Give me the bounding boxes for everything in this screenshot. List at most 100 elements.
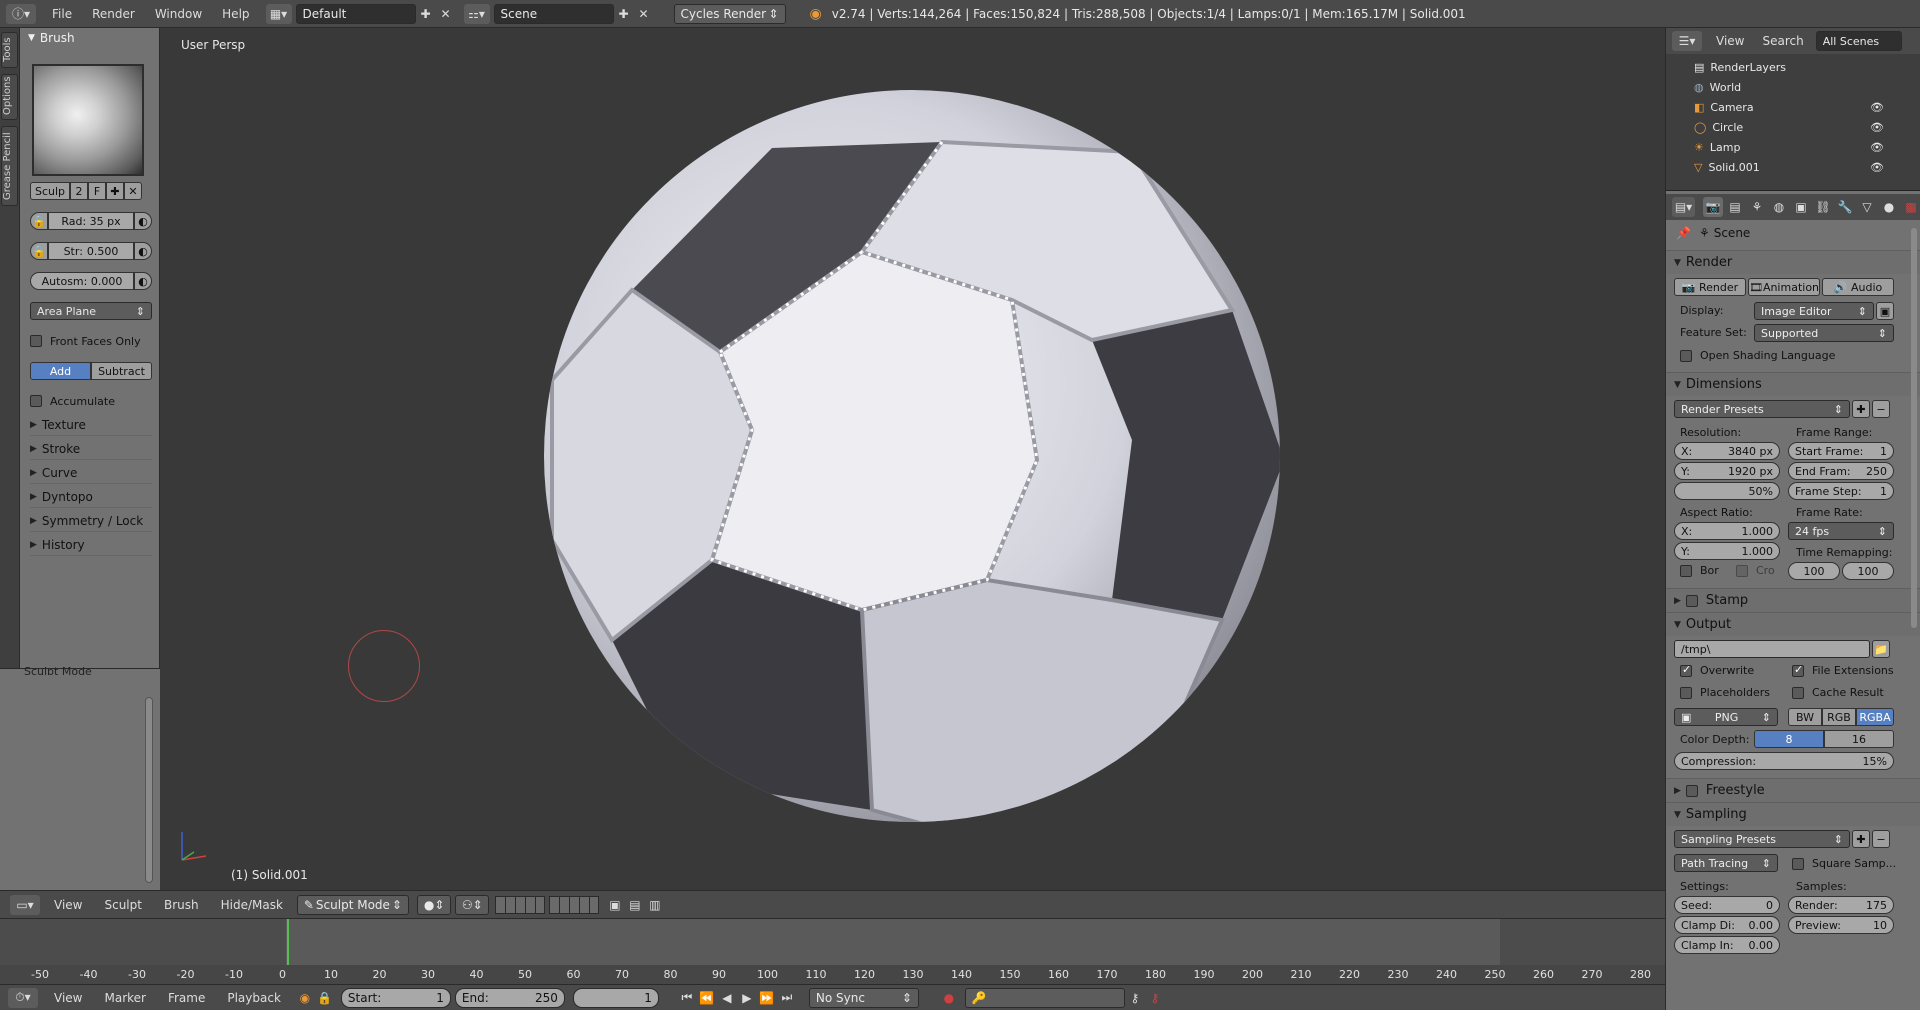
vp-menu-sculpt[interactable]: Sculpt [104,898,141,912]
outliner-editor-icon[interactable]: ☰▾ [1672,31,1702,51]
resolution-x-field[interactable]: X: 3840 px [1674,442,1780,460]
front-faces-checkbox[interactable] [30,335,42,347]
panel-texture[interactable]: ▶ Texture [30,414,152,436]
timeline-editor-icon[interactable]: ⏱▾ [8,987,38,1008]
resolution-y-field[interactable]: Y: 1920 px [1674,462,1780,480]
front-faces-row[interactable]: Front Faces Only [30,332,152,350]
outliner-item-camera[interactable]: ◧ Camera 👁 [1694,98,1914,117]
subtract-direction-button[interactable]: Subtract [91,362,152,380]
freestyle-checkbox[interactable] [1685,784,1698,797]
tl-menu-view[interactable]: View [54,991,82,1005]
overwrite-row[interactable]: Overwrite [1680,663,1754,677]
menu-render[interactable]: Render [82,7,145,21]
outliner[interactable]: ☰▾ View Search All Scenes ▤ RenderLayers … [1666,28,1920,191]
outliner-item-world[interactable]: ◍ World [1694,78,1914,97]
crop-checkbox[interactable] [1736,564,1748,577]
texture-tab-icon[interactable]: ▩ [1901,197,1920,217]
layers-tab-icon[interactable]: ▤ [1725,197,1745,217]
outliner-item-solid[interactable]: ▽ Solid.001 👁 [1694,158,1914,177]
end-frame-field[interactable]: End: 250 [454,987,565,1008]
visibility-eye-icon[interactable]: 👁 [1870,101,1884,114]
add-scene-icon[interactable]: ✚ [614,4,634,24]
aspect-y-field[interactable]: Y: 1.000 [1674,542,1780,560]
color-rgb-button[interactable]: RGB [1822,708,1856,726]
opengl-anim-icon[interactable]: ▥ [645,895,665,915]
visibility-eye-icon[interactable]: 👁 [1870,161,1884,174]
strength-slider[interactable]: Str: 0.500 [48,242,134,260]
square-samples-checkbox[interactable] [1792,857,1804,870]
add-direction-button[interactable]: Add [30,362,91,380]
scene-tab-icon[interactable]: ⚘ [1747,197,1767,217]
scene-icon[interactable]: ⚏▾ [463,3,490,24]
radius-slider[interactable]: Rad: 35 px [48,212,134,230]
clamp-direct-field[interactable]: Clamp Di: 0.00 [1674,916,1780,934]
cache-row[interactable]: Cache Result [1792,686,1884,699]
menu-file[interactable]: File [42,7,82,21]
file-format-select[interactable]: ▣ PNG ⇕ [1674,708,1778,726]
integrator-select[interactable]: Path Tracing ⇕ [1674,854,1778,872]
remove-sampling-preset-icon[interactable]: − [1872,830,1890,848]
dimensions-panel-header[interactable]: ▼ Dimensions [1666,372,1920,396]
data-tab-icon[interactable]: ▽ [1857,197,1877,217]
add-sampling-preset-icon[interactable]: ✚ [1852,830,1870,848]
panel-curve[interactable]: ▶ Curve [30,462,152,484]
stamp-checkbox[interactable] [1685,594,1698,607]
sync-select[interactable]: No Sync ⇕ [808,987,919,1008]
outliner-item-lamp[interactable]: ☀ Lamp 👁 [1694,138,1914,157]
material-tab-icon[interactable]: ● [1879,197,1899,217]
display-window-icon[interactable]: ▣ [1876,302,1894,320]
output-panel-header[interactable]: ▼ Output [1666,612,1920,636]
remove-layout-icon[interactable]: ✕ [436,4,456,24]
panel-history[interactable]: ▶ History [30,534,152,556]
render-samples-field[interactable]: Render: 175 [1788,896,1894,914]
color-rgba-button[interactable]: RGBA [1856,708,1894,726]
panel-stroke[interactable]: ▶ Stroke [30,438,152,460]
frame-step-prop[interactable]: Frame Step: 1 [1788,482,1894,500]
tl-menu-playback[interactable]: Playback [227,991,281,1005]
lock-time-icon[interactable]: 🔒 [315,988,335,1008]
sculpt-plane-select[interactable]: Area Plane ⇕ [30,302,152,320]
pin-icon[interactable]: 📌 [1676,226,1691,240]
pivot-select[interactable]: ⚇⇕ [454,894,489,915]
osl-row[interactable]: Open Shading Language [1680,349,1835,362]
brush-preview-thumbnail[interactable] [32,64,144,176]
visibility-eye-icon[interactable]: 👁 [1870,141,1884,154]
audio-button[interactable]: 🔊 Audio [1822,278,1894,296]
render-tab-icon[interactable]: 📷 [1703,197,1723,217]
layout-selector[interactable]: Default [295,3,416,24]
brush-fake-user-button[interactable]: F [88,182,106,200]
jump-start-icon[interactable]: ⏮ [677,988,697,1008]
add-layout-icon[interactable]: ✚ [416,4,436,24]
menu-window[interactable]: Window [145,7,212,21]
record-icon[interactable]: ● [939,988,959,1008]
editor-type-icon[interactable]: ▭▾ [10,894,40,915]
vp-menu-view[interactable]: View [54,898,82,912]
lock-radius-icon[interactable]: 🔒 [30,212,48,230]
render-panel-header[interactable]: ▼ Render [1666,250,1920,274]
display-select[interactable]: Image Editor ⇕ [1754,302,1874,320]
add-preset-icon[interactable]: ✚ [1852,400,1870,418]
soccer-ball-model[interactable] [532,80,1292,840]
tl-menu-frame[interactable]: Frame [168,991,205,1005]
delete-keyframe-icon[interactable]: ⚷ [1145,988,1165,1008]
properties-editor-icon[interactable]: ▤▾ [1672,197,1695,217]
remove-scene-icon[interactable]: ✕ [634,4,654,24]
clamp-indirect-field[interactable]: Clamp In: 0.00 [1674,936,1780,954]
pressure-autosmooth-icon[interactable]: ◐ [134,272,152,290]
insert-keyframe-icon[interactable]: ⚷ [1125,988,1145,1008]
brush-panel-header[interactable]: ▼ Brush [20,28,159,48]
remap-old-field[interactable]: 100 [1788,562,1840,580]
feature-set-select[interactable]: Supported ⇕ [1754,324,1894,342]
brush-users-count[interactable]: 2 [70,182,88,200]
panel-symmetry-lock[interactable]: ▶ Symmetry / Lock [30,510,152,532]
info-editor-icon[interactable]: ⓘ▾ [6,3,36,24]
placeholders-checkbox[interactable] [1680,686,1692,699]
remove-preset-icon[interactable]: − [1872,400,1890,418]
next-keyframe-icon[interactable]: ⏩ [757,988,777,1008]
tl-menu-marker[interactable]: Marker [104,991,145,1005]
object-tab-icon[interactable]: ▣ [1791,197,1811,217]
tab-grease-pencil[interactable]: Grease Pencil [1,126,18,206]
render-engine-select[interactable]: Cycles Render ⇕ [673,3,786,24]
outliner-search-menu[interactable]: Search [1762,34,1803,48]
shading-select[interactable]: ●⇕ [416,894,451,915]
